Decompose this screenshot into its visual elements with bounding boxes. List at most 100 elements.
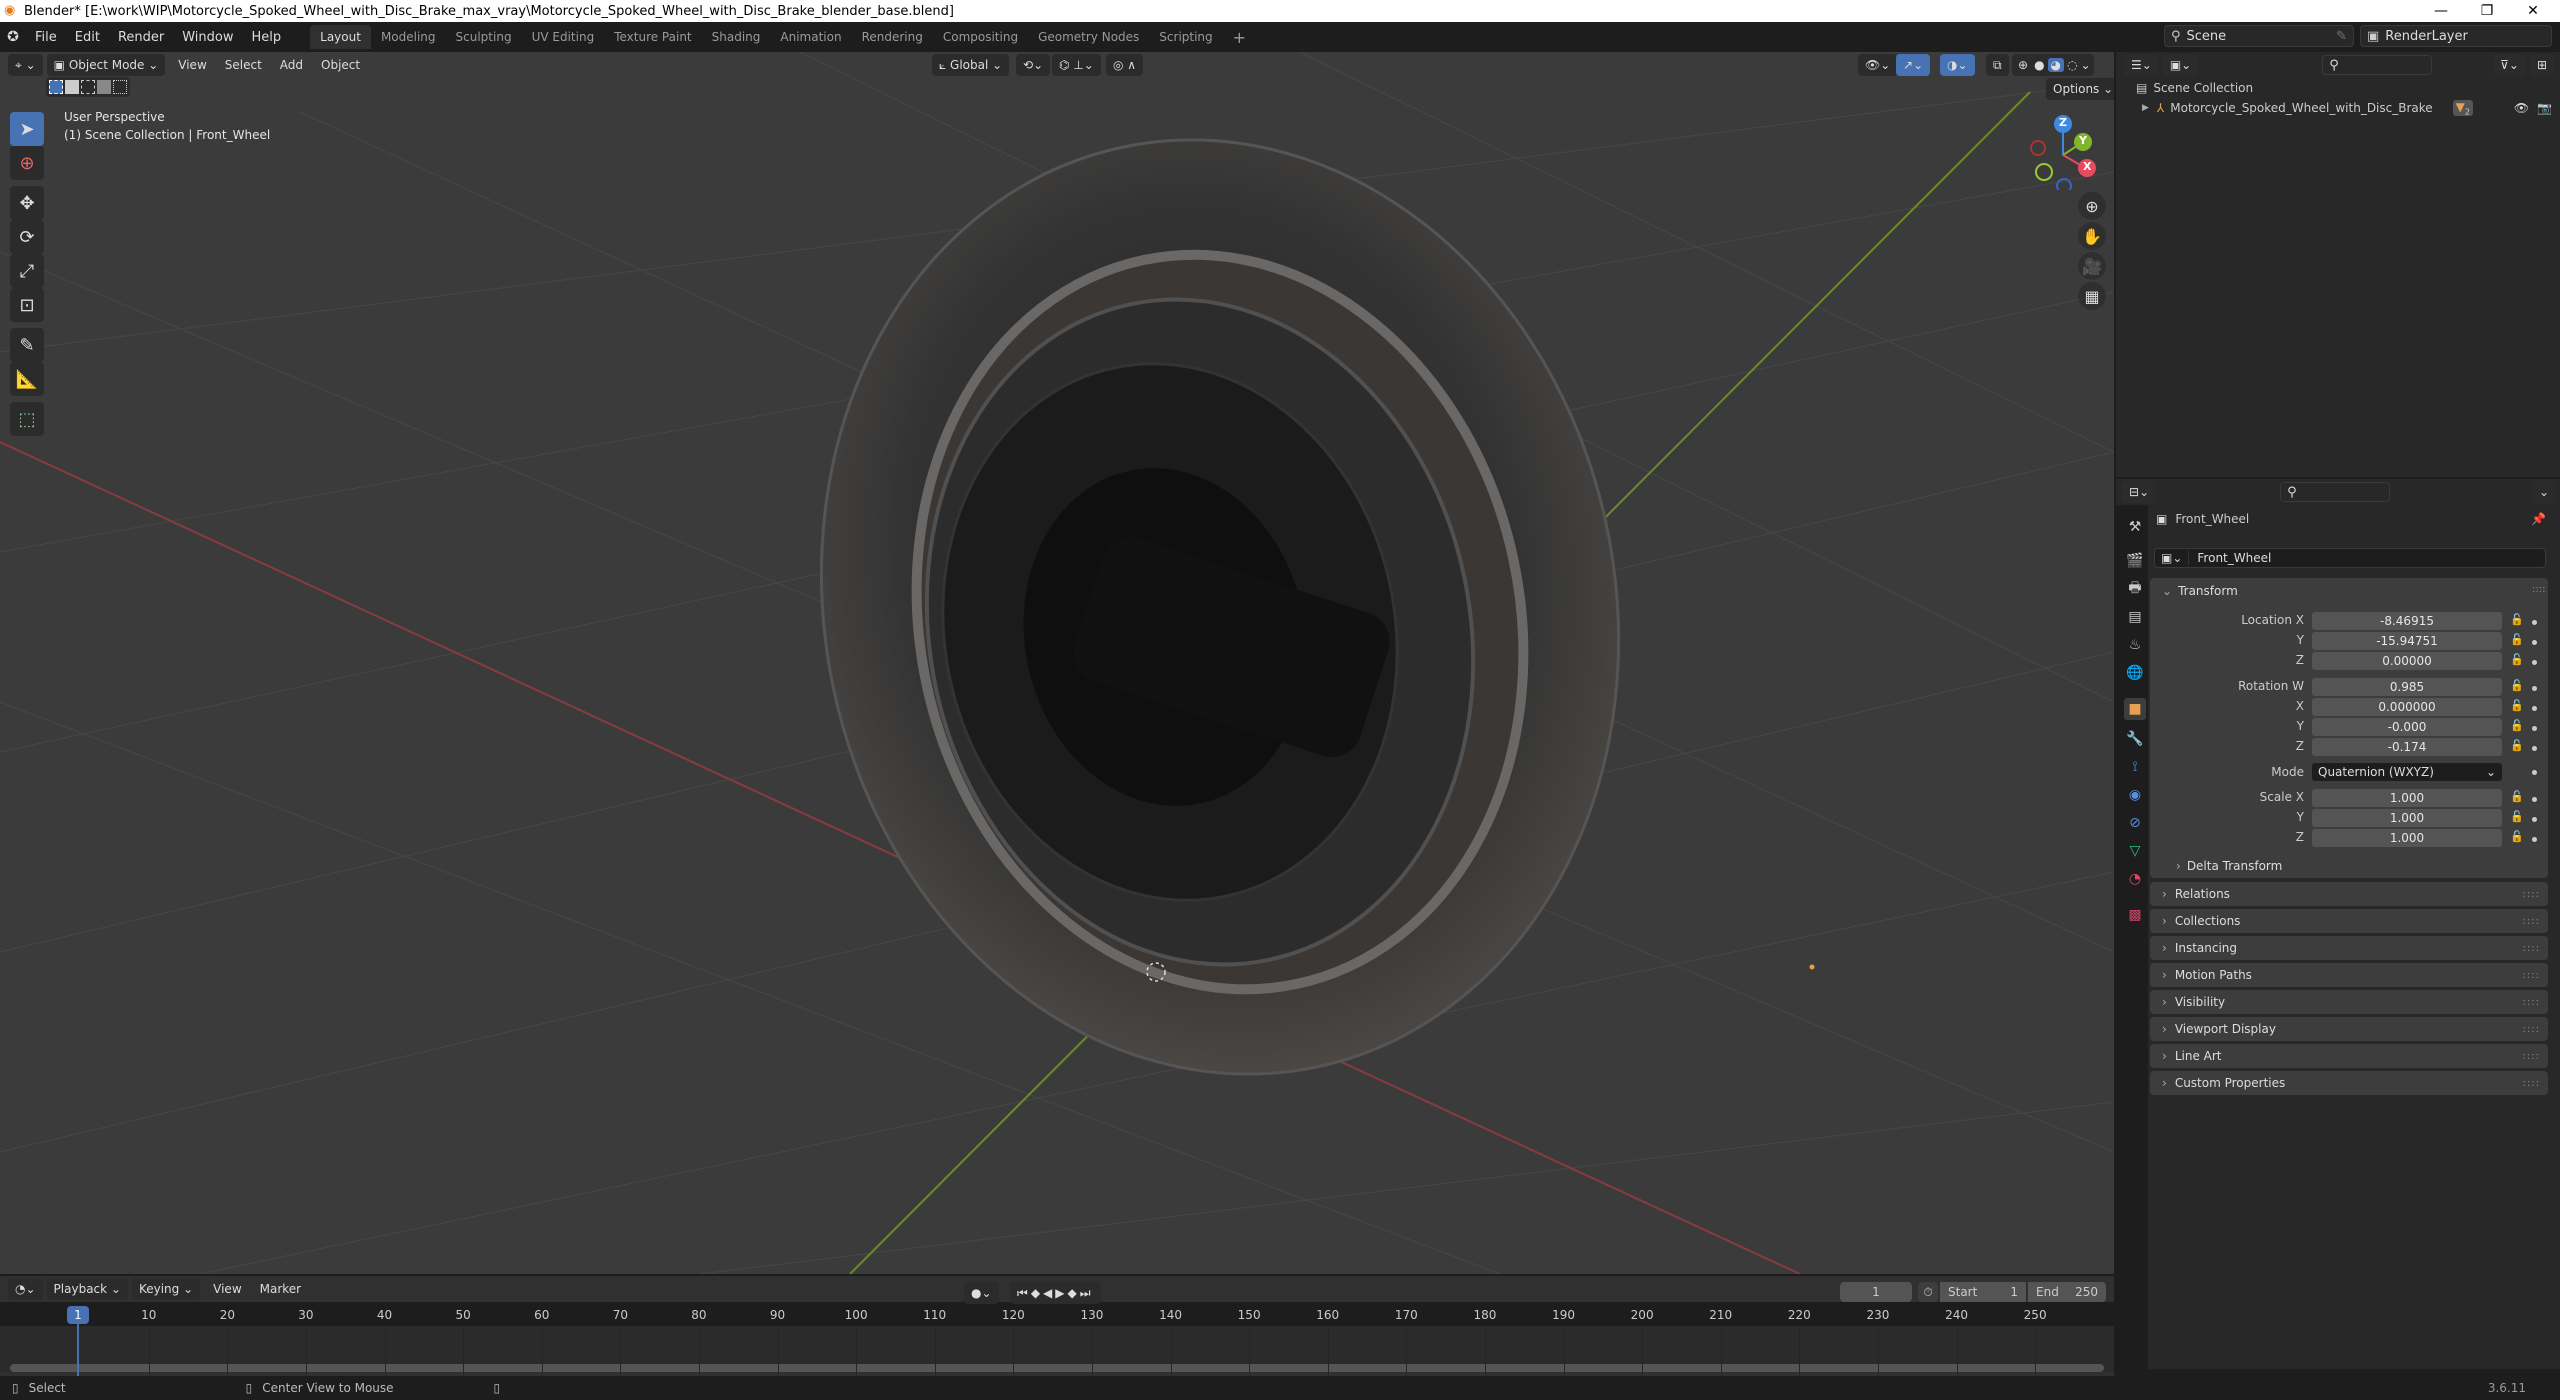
xray-toggle[interactable]: ⧉ (1986, 54, 2009, 76)
outliner-scene-collection[interactable]: ▤ Scene Collection (2116, 78, 2560, 98)
panel-grip-icon[interactable]: :::: (2523, 1051, 2540, 1062)
start-frame-field[interactable]: Start 1 (1940, 1282, 2026, 1302)
keyframe-location-x-dot[interactable] (2532, 620, 2537, 625)
location-z-field[interactable]: 0.00000 (2312, 652, 2502, 670)
tool-scale[interactable]: ⤢ (10, 254, 44, 288)
panel-line-art[interactable]: › Line Art:::: (2150, 1044, 2548, 1068)
lock-rotation-w-icon[interactable]: 🔓 (2510, 679, 2524, 692)
delta-transform-subpanel[interactable]: › Delta Transform (2176, 859, 2282, 873)
wireframe-shading-icon[interactable]: ⊕ (2015, 58, 2031, 72)
add-workspace-button[interactable]: + (1223, 23, 1256, 52)
visibility-dropdown[interactable]: 👁 ⌄ (1858, 54, 1898, 76)
tool-select-box[interactable]: ➤ (10, 112, 44, 146)
tool-cursor[interactable]: ⊕ (10, 146, 44, 180)
keyframe-scale-x-dot[interactable] (2532, 797, 2537, 802)
filter-button[interactable]: ⊽ ⌄ (2493, 54, 2526, 76)
material-preview-shading-icon[interactable]: ◕ (2047, 58, 2065, 72)
tab-modeling[interactable]: Modeling (371, 25, 446, 49)
view-layer-selector[interactable]: ▣ RenderLayer (2360, 25, 2552, 47)
jump-end-icon[interactable]: ⏭ (1080, 1286, 1094, 1301)
scale-y-field[interactable]: 1.000 (2312, 809, 2502, 827)
minimize-button[interactable]: — (2418, 0, 2464, 22)
keyframe-location-y-dot[interactable] (2532, 640, 2537, 645)
pivot-point-dropdown[interactable]: ⟲ ⌄ (1016, 54, 1051, 76)
keyframe-rotation-y-dot[interactable] (2532, 726, 2537, 731)
panel-viewport-display[interactable]: › Viewport Display:::: (2150, 1017, 2548, 1041)
transform-panel-header[interactable]: ⌄ Transform (2162, 584, 2238, 598)
select-new-icon[interactable] (49, 80, 63, 94)
scene-selector[interactable]: ⚲ Scene ✎ (2164, 25, 2354, 47)
playhead-line[interactable] (77, 1324, 79, 1376)
tab-render[interactable]: 🎬 (2124, 550, 2146, 572)
lock-scale-y-icon[interactable]: 🔓 (2510, 810, 2524, 823)
lock-location-z-icon[interactable]: 🔓 (2510, 653, 2524, 666)
lock-location-x-icon[interactable]: 🔓 (2510, 613, 2524, 626)
light-origin[interactable] (1809, 964, 1815, 970)
expand-arrow-icon[interactable]: ▶ (2142, 103, 2149, 113)
next-keyframe-icon[interactable]: ◆ (1068, 1286, 1080, 1300)
tab-scene[interactable]: ♨ (2124, 634, 2146, 656)
tab-data[interactable]: ▽ (2124, 840, 2146, 862)
panel-grip-icon[interactable]: :::: (2523, 889, 2540, 900)
rotation-mode-dropdown[interactable]: Quaternion (WXYZ) ⌄ (2312, 763, 2502, 781)
panel-instancing[interactable]: › Instancing:::: (2150, 936, 2548, 960)
keyframe-rotation-z-dot[interactable] (2532, 746, 2537, 751)
select-intersect-icon[interactable] (113, 80, 127, 94)
lock-scale-x-icon[interactable]: 🔓 (2510, 790, 2524, 803)
play-icon[interactable]: ▶ (1055, 1286, 1067, 1300)
lock-rotation-z-icon[interactable]: 🔓 (2510, 739, 2524, 752)
location-x-field[interactable]: -8.46915 (2312, 612, 2502, 630)
panel-visibility[interactable]: › Visibility:::: (2150, 990, 2548, 1014)
ortho-toggle-button[interactable]: ▦ (2078, 282, 2106, 310)
tab-modifiers[interactable]: 🔧 (2124, 728, 2146, 750)
overlays-toggle[interactable]: ◑ ⌄ (1940, 54, 1975, 76)
rotation-x-field[interactable]: 0.000000 (2312, 698, 2502, 716)
panel-motion-paths[interactable]: › Motion Paths:::: (2150, 963, 2548, 987)
mode-selector[interactable]: ▣ Object Mode ⌄ (46, 54, 166, 76)
rotation-z-field[interactable]: -0.174 (2312, 738, 2502, 756)
outliner-search-input[interactable]: ⚲ (2322, 55, 2433, 75)
keyframe-scale-y-dot[interactable] (2532, 817, 2537, 822)
rotation-w-field[interactable]: 0.985 (2312, 678, 2502, 696)
rotation-y-field[interactable]: -0.000 (2312, 718, 2502, 736)
keying-menu[interactable]: Keying ⌄ (131, 1278, 201, 1300)
tab-view-layer[interactable]: ▤ (2124, 606, 2146, 628)
properties-options-button[interactable]: ⌄ (2531, 481, 2556, 503)
tab-rendering[interactable]: Rendering (852, 25, 933, 49)
tab-particles[interactable]: ⟟ (2124, 756, 2146, 778)
pan-view-button[interactable]: ✋ (2078, 222, 2106, 250)
playhead-frame-badge[interactable]: 1 (67, 1306, 89, 1324)
display-mode-button[interactable]: ▣ ⌄ (2162, 54, 2199, 76)
timeline-menu-marker[interactable]: Marker (251, 1282, 310, 1296)
tab-animation[interactable]: Animation (770, 25, 851, 49)
new-collection-button[interactable]: ⊞ (2529, 54, 2554, 76)
playback-menu[interactable]: Playback ⌄ (46, 1278, 128, 1300)
wheel-model[interactable] (736, 65, 1704, 1149)
render-camera-icon[interactable]: 📷 (2537, 101, 2552, 115)
panel-grip-icon[interactable]: :::: (2523, 997, 2540, 1008)
menu-edit[interactable]: Edit (66, 30, 109, 45)
panel-grip-icon[interactable]: :::: (2523, 1024, 2540, 1035)
camera-view-button[interactable]: 🎥 (2078, 252, 2106, 280)
jump-start-icon[interactable]: ⏮ (1017, 1286, 1031, 1301)
object-browse-icon[interactable]: ▣⌄ (2155, 551, 2190, 565)
select-invert-icon[interactable] (97, 80, 111, 94)
blender-menu-icon[interactable]: ✪ (0, 29, 26, 45)
panel-grip-icon[interactable]: :::: (2523, 916, 2540, 927)
outliner-item[interactable]: ▶ ⅄ Motorcycle_Spoked_Wheel_with_Disc_Br… (2116, 98, 2560, 118)
menu-render[interactable]: Render (109, 30, 173, 45)
auto-keying-toggle[interactable]: ● ⌄ (964, 1282, 999, 1304)
scale-z-field[interactable]: 1.000 (2312, 829, 2502, 847)
tab-physics[interactable]: ◉ (2124, 784, 2146, 806)
pin-icon[interactable]: ✎ (2336, 29, 2353, 44)
tab-compositing[interactable]: Compositing (933, 25, 1028, 49)
viewport-menu-select[interactable]: Select (216, 58, 271, 72)
panel-grip-icon[interactable]: :::: (2532, 584, 2545, 595)
close-button[interactable]: ✕ (2510, 0, 2556, 22)
timeline-scrollbar[interactable] (10, 1364, 2104, 1372)
panel-grip-icon[interactable]: :::: (2523, 970, 2540, 981)
gizmo-toggle[interactable]: ↗ ⌄ (1896, 54, 1931, 76)
tab-geometry-nodes[interactable]: Geometry Nodes (1028, 25, 1149, 49)
transform-orientation-dropdown[interactable]: ⟀ Global ⌄ (932, 54, 1010, 76)
tool-transform[interactable]: ⊡ (10, 288, 44, 322)
